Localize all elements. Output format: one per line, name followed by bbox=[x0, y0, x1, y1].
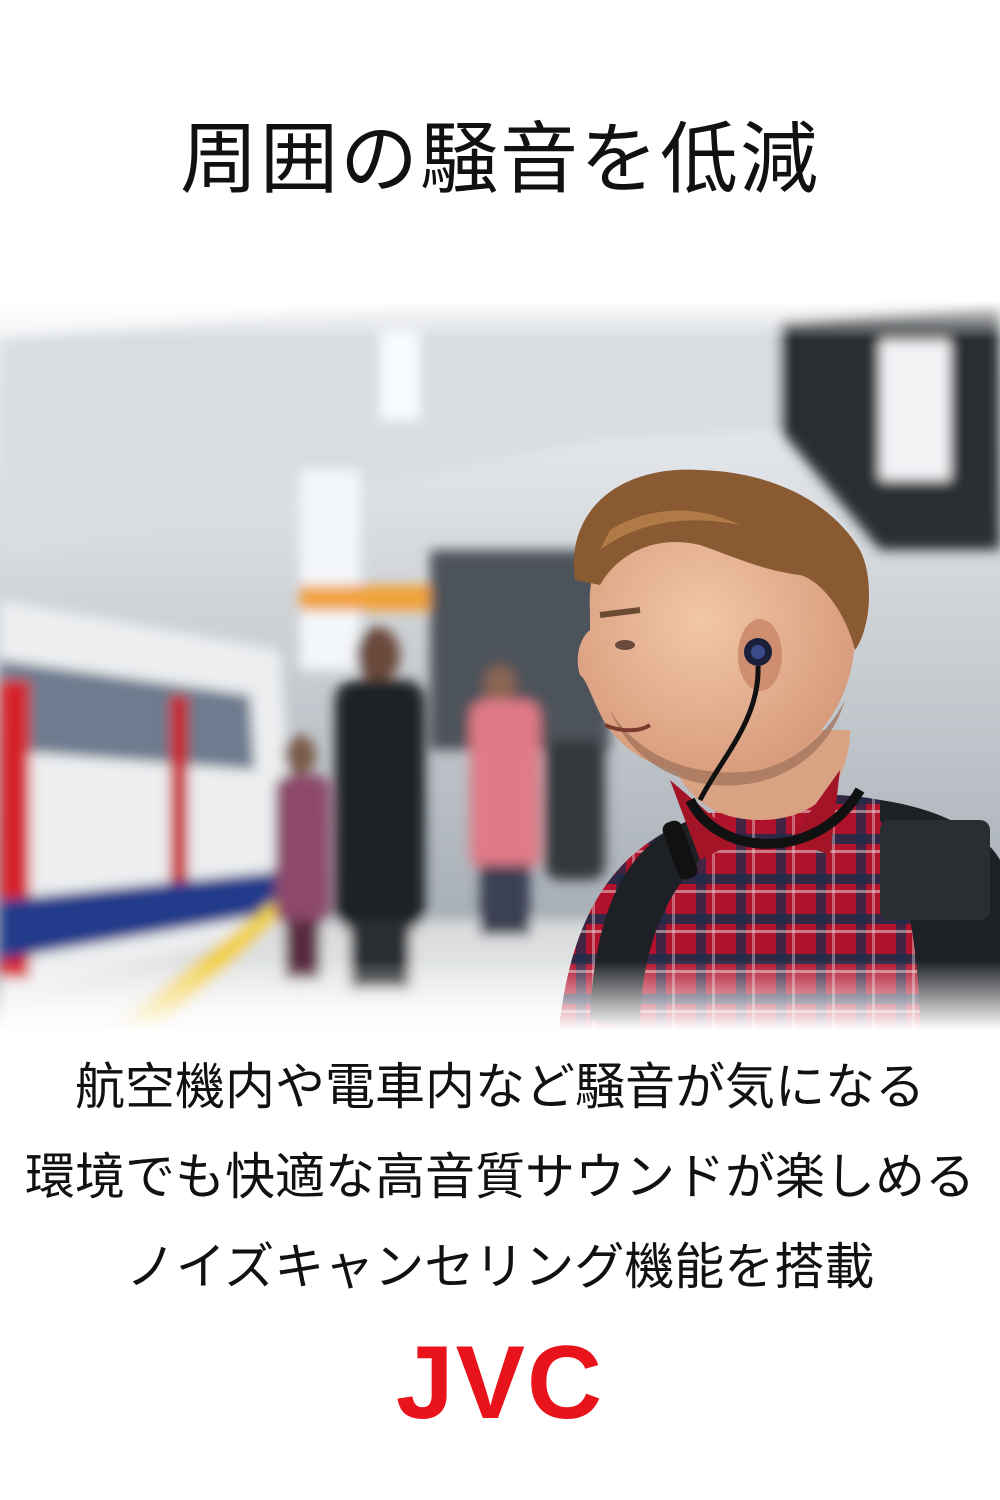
product-feature-page: 周囲の騒音を低減 航空機内や電車内など騒音が気になる 環境でも快適な高音質サウン… bbox=[0, 0, 1000, 1500]
logo-text: JVC bbox=[396, 1330, 604, 1430]
description-line: 航空機内や電車内など騒音が気になる bbox=[75, 1058, 925, 1116]
jvc-logo: JVC bbox=[0, 1330, 1000, 1440]
jvc-logo-icon: JVC bbox=[396, 1330, 604, 1430]
description-line: 環境でも快適な高音質サウンドが楽しめる bbox=[25, 1148, 975, 1206]
man-with-earphones-photo bbox=[0, 300, 1000, 1030]
description-line: ノイズキャンセリング機能を搭載 bbox=[125, 1238, 875, 1296]
headline: 周囲の騒音を低減 bbox=[179, 115, 820, 205]
feature-description: 航空機内や電車内など騒音が気になる 環境でも快適な高音質サウンドが楽しめる ノイ… bbox=[0, 1042, 1000, 1312]
subway-platform-photo bbox=[0, 300, 1000, 1030]
